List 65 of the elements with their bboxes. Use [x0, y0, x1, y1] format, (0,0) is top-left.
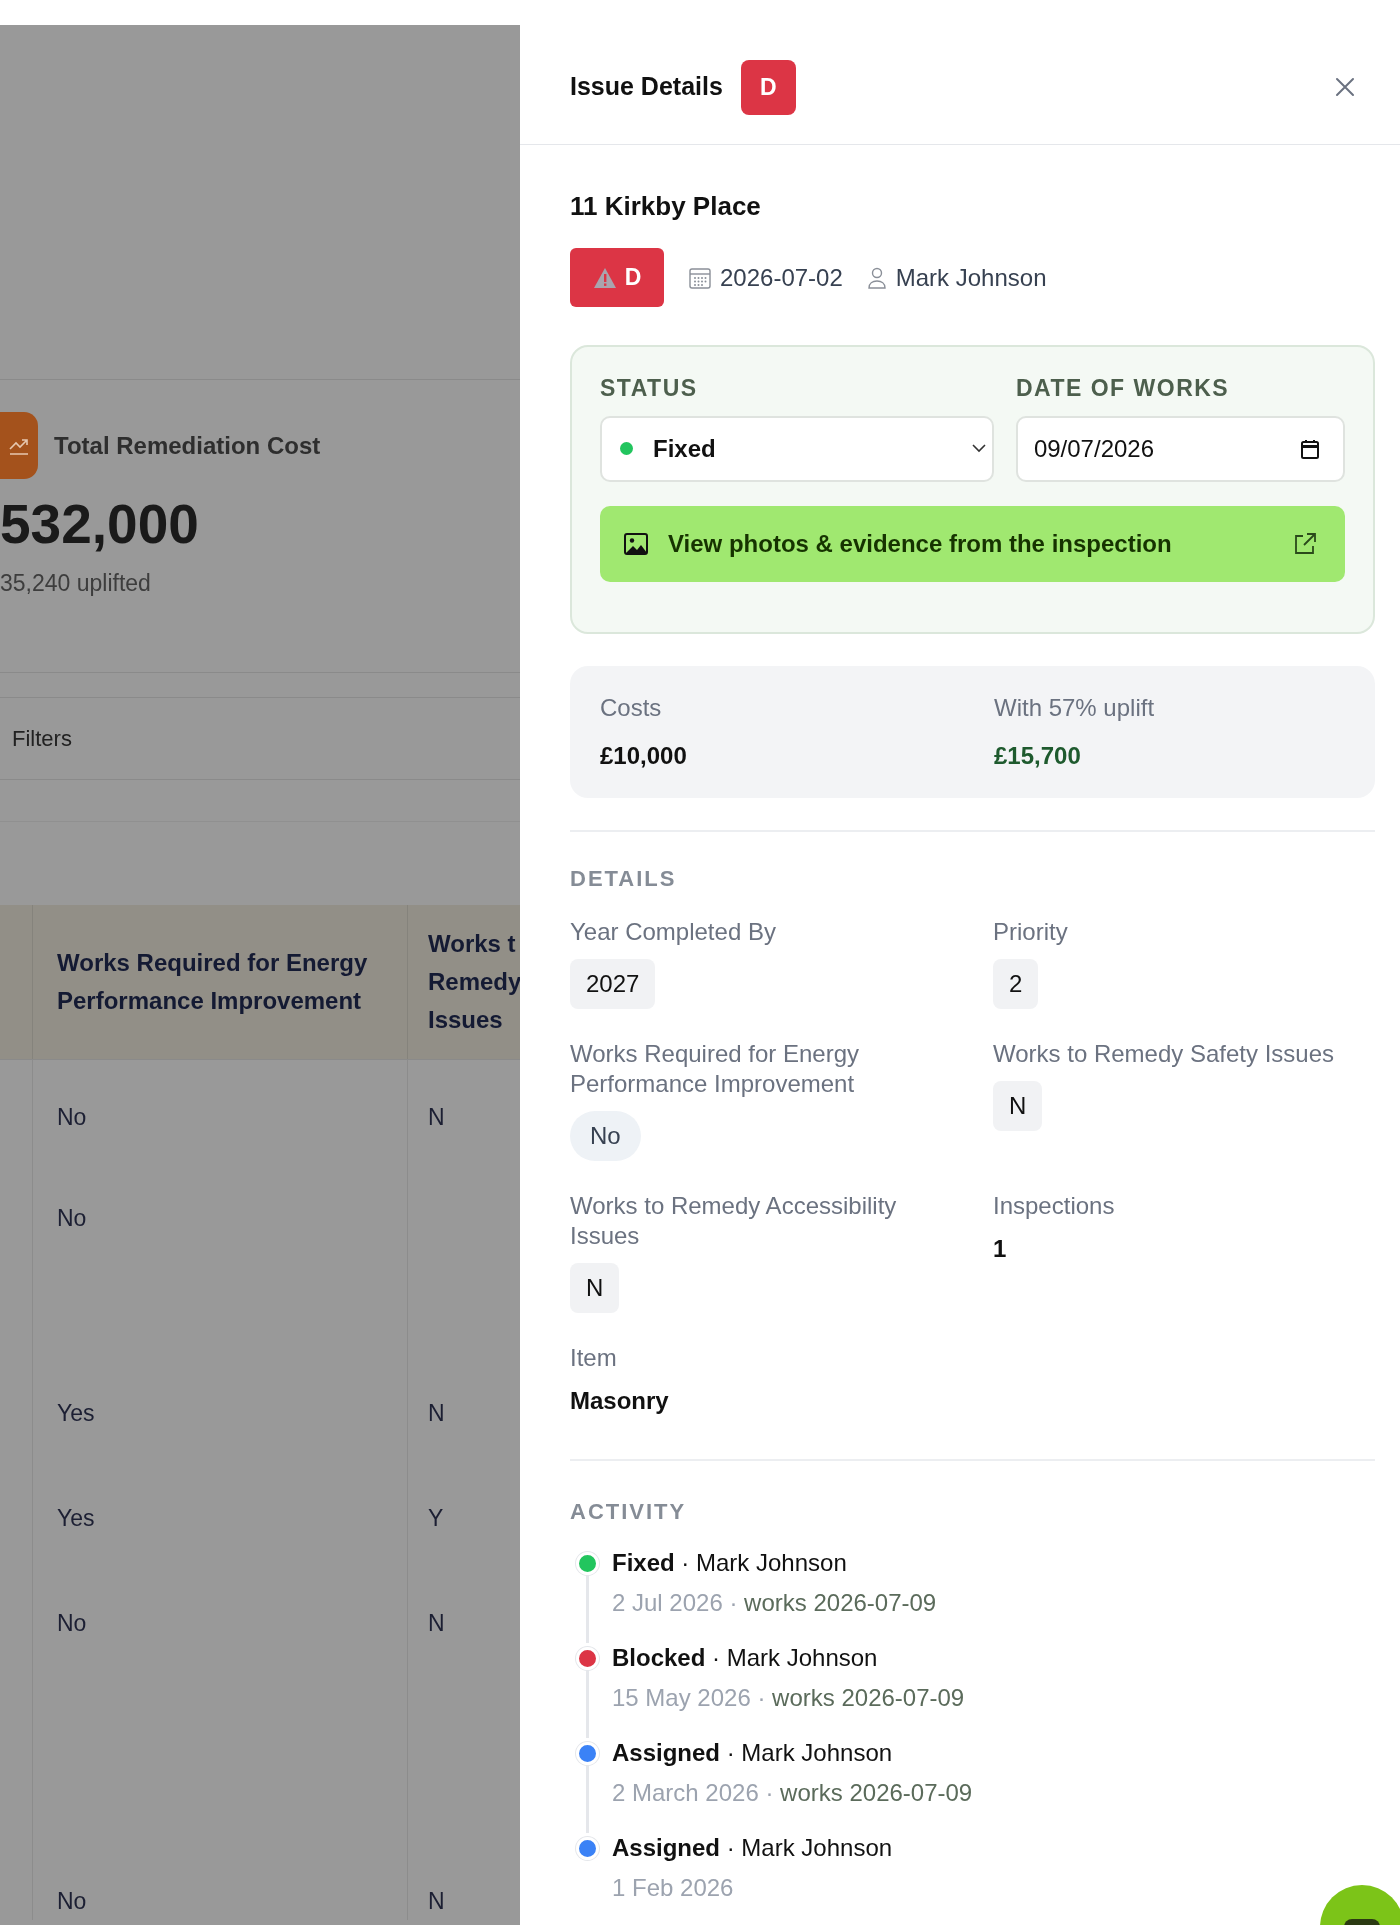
- field-value: Masonry: [570, 1385, 669, 1416]
- user-icon: [866, 266, 887, 289]
- image-icon: [624, 532, 648, 555]
- panel-title: Issue Details: [570, 71, 723, 103]
- field-value: 2: [993, 958, 1039, 1009]
- table-cell: No: [57, 1888, 87, 1914]
- activity-meta: 2 March 2026 · works 2026-07-09: [612, 1777, 973, 1808]
- column-header: Works Required for Energy Performance Improvement: [57, 948, 369, 1016]
- calendar-icon: [1301, 438, 1319, 459]
- cost-value: £10,000: [600, 740, 687, 771]
- activity-title: Assigned · Mark Johnson: [612, 1832, 893, 1863]
- table-cell: N: [428, 1610, 445, 1636]
- cost-label: Costs: [600, 692, 662, 723]
- cost-value: £15,700: [994, 740, 1081, 771]
- activity-title: Assigned · Mark Johnson: [612, 1737, 893, 1768]
- address-title: 11 Kirkby Place: [570, 190, 761, 223]
- field-label: DATE OF WORKS: [1015, 374, 1230, 403]
- cost-label: With 57% uplift: [994, 692, 1155, 723]
- column-header: Works t Remedy Issues: [428, 929, 522, 1035]
- field-value: N: [993, 1080, 1043, 1131]
- chart-icon: [0, 412, 38, 479]
- table-cell: N: [428, 1104, 445, 1130]
- field-label: Works to Remedy Safety Issues: [993, 1038, 1334, 1069]
- card-title: Total Remediation Cost: [54, 430, 321, 461]
- table-cell: Yes: [57, 1505, 95, 1531]
- evidence-button[interactable]: View photos & evidence from the inspection: [600, 505, 1345, 582]
- field-value: 2027: [570, 958, 656, 1009]
- field-label: Works Required for Energy Performance Improvement: [570, 1038, 860, 1099]
- table-cell: No: [57, 1104, 87, 1130]
- activity-meta: 1 Feb 2026: [612, 1872, 734, 1903]
- status-dropdown[interactable]: Fixed: [600, 415, 994, 482]
- issue-date: 2026-07-02: [720, 262, 843, 293]
- close-icon: [1335, 77, 1355, 97]
- table-cell: N: [428, 1400, 445, 1426]
- warning-icon: [592, 266, 617, 289]
- assignee-name: Mark Johnson: [895, 262, 1047, 293]
- field-label: Priority: [993, 916, 1068, 947]
- table-cell: N: [428, 1888, 445, 1914]
- field-value: No: [570, 1110, 641, 1161]
- activity-title: Fixed · Mark Johnson: [612, 1547, 847, 1578]
- field-value: 1: [993, 1233, 1007, 1264]
- external-link-icon: [1293, 531, 1317, 556]
- uplifted-value: 35,240 uplifted: [0, 569, 151, 598]
- field-label: Year Completed By: [570, 916, 776, 947]
- activity-title: Blocked · Mark Johnson: [612, 1642, 878, 1673]
- table-cell: No: [57, 1610, 87, 1636]
- table-cell: Yes: [57, 1400, 95, 1426]
- section-heading: DETAILS: [570, 864, 677, 893]
- calendar-icon: [688, 265, 712, 290]
- field-label: Works to Remedy Accessibility Issues: [570, 1190, 898, 1251]
- table-cell: Y: [428, 1505, 444, 1531]
- badge-label: D: [624, 263, 642, 293]
- field-value: N: [570, 1262, 620, 1313]
- field-label: STATUS: [600, 374, 698, 403]
- total-value: 532,000: [0, 497, 199, 552]
- activity-meta: 15 May 2026 · works 2026-07-09: [612, 1682, 965, 1713]
- field-label: Inspections: [993, 1190, 1115, 1221]
- grade-badge: D: [740, 59, 796, 115]
- date-field[interactable]: 09/07/2026: [1015, 415, 1345, 482]
- filters-button[interactable]: Filters: [12, 722, 72, 755]
- chevron-down-icon: [971, 444, 986, 453]
- table-cell: No: [57, 1205, 87, 1231]
- section-heading: ACTIVITY: [570, 1497, 687, 1526]
- field-label: Item: [570, 1342, 617, 1373]
- activity-meta: 2 Jul 2026 · works 2026-07-09: [612, 1587, 937, 1618]
